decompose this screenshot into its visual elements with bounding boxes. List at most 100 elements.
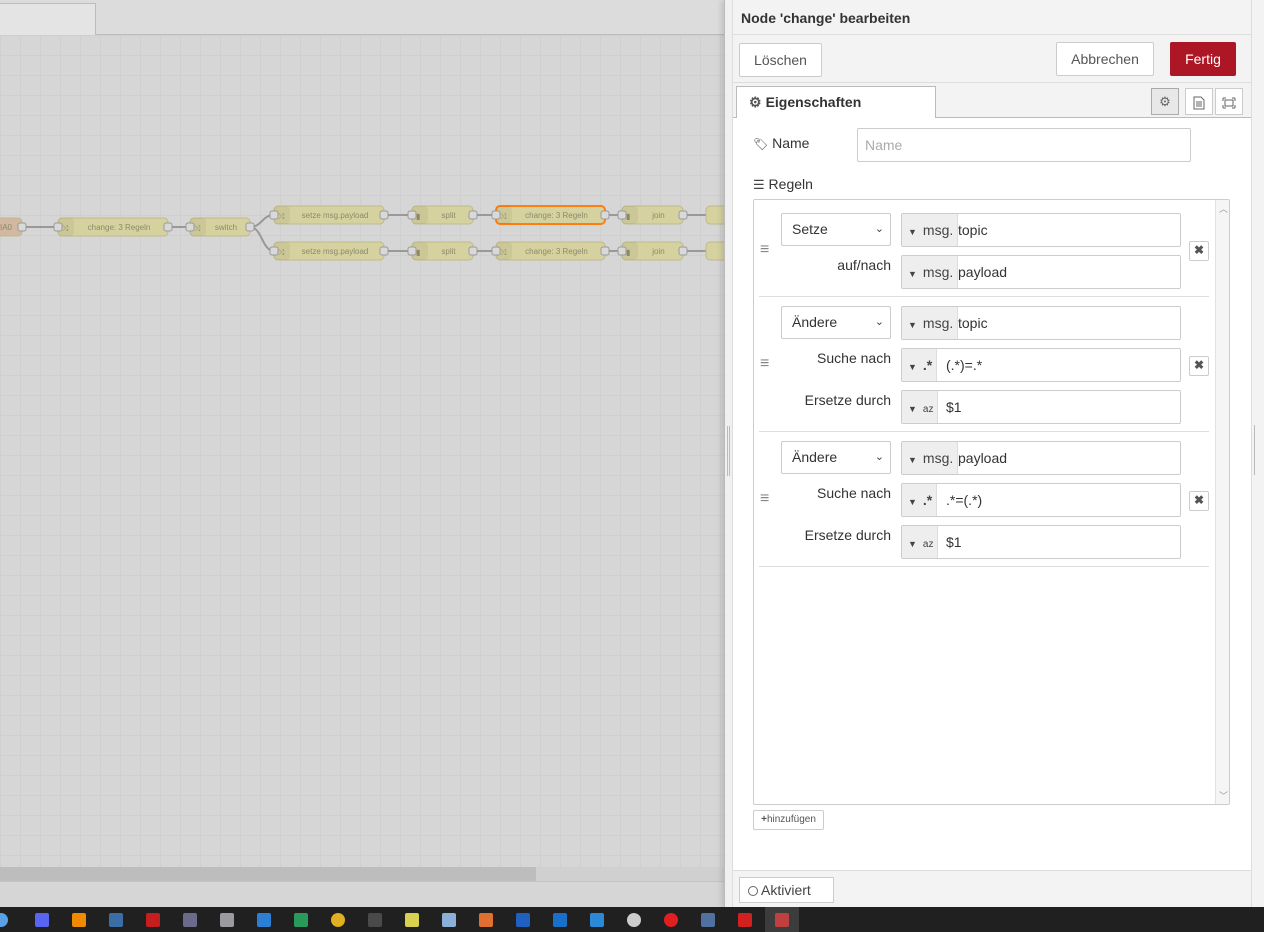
flow-node[interactable]: IA0 <box>0 217 27 237</box>
rule-replace-input[interactable]: ▼ az $1 <box>901 390 1181 424</box>
chrome-icon[interactable] <box>331 913 345 927</box>
flow-node[interactable]: ▮ join <box>617 205 688 225</box>
flow-canvas[interactable]: IA0 ⤨ change: 3 Regeln ⤨ switch ⤨ setze msg.pa… <box>0 35 724 867</box>
flow-node[interactable]: ▮ split <box>407 205 478 225</box>
rule-property-input[interactable]: ▼ msg. topic <box>901 213 1181 247</box>
node-output-port[interactable] <box>379 246 389 256</box>
rule-property-input[interactable]: ▼ msg. payload <box>901 441 1181 475</box>
workspace-horizontal-scrollbar[interactable] <box>0 867 724 881</box>
flow-node[interactable]: ⤨ setze msg.payload <box>269 241 389 261</box>
type-selector[interactable]: ▼ msg. <box>902 442 959 474</box>
node-output-port[interactable] <box>17 222 27 232</box>
node-description-tab-button[interactable] <box>1185 88 1213 115</box>
rule-target-input[interactable]: ▼ msg. payload <box>901 255 1181 289</box>
node-output-port[interactable] <box>379 210 389 220</box>
workspace-tab[interactable] <box>0 3 96 36</box>
node-input-port[interactable] <box>617 246 627 256</box>
drag-handle-icon[interactable]: ≡ <box>760 242 774 258</box>
clock-icon[interactable] <box>627 913 641 927</box>
tray-resize-handle[interactable] <box>725 0 733 907</box>
outlook-icon[interactable] <box>553 913 567 927</box>
type-selector[interactable]: ▼ msg. <box>902 307 959 339</box>
node-output-port[interactable] <box>468 246 478 256</box>
node-output-port[interactable] <box>245 222 255 232</box>
done-button[interactable]: Fertig <box>1170 42 1236 76</box>
property-value[interactable]: topic <box>958 307 988 339</box>
type-selector[interactable]: ▼ az <box>902 526 939 558</box>
rule-search-input[interactable]: ▼ .* .*=(.*) <box>901 483 1181 517</box>
node-input-port[interactable] <box>617 210 627 220</box>
network-tool-icon[interactable] <box>109 913 123 927</box>
node-red-icon[interactable] <box>775 913 789 927</box>
flow-graph[interactable]: IA0 ⤨ change: 3 Regeln ⤨ switch ⤨ setze msg.pa… <box>0 35 724 867</box>
remove-rule-button[interactable]: ✖ <box>1189 356 1209 376</box>
settings-app-icon[interactable] <box>0 913 8 927</box>
flow-node[interactable]: ▮ join <box>617 241 688 261</box>
rule-search-input[interactable]: ▼ .* (.*)=.* <box>901 348 1181 382</box>
acrobat-icon[interactable] <box>738 913 752 927</box>
property-value[interactable]: topic <box>958 214 988 246</box>
file-tool-icon[interactable] <box>220 913 234 927</box>
flow-node[interactable]: ⤨ setze msg.payload <box>269 205 389 225</box>
right-sidebar-edge[interactable] <box>1251 0 1264 907</box>
node-output-port[interactable] <box>468 210 478 220</box>
node-output-port[interactable] <box>600 210 610 220</box>
tool-icon[interactable] <box>294 913 308 927</box>
property-value[interactable]: payload <box>958 256 1007 288</box>
type-selector[interactable]: ▼ msg. <box>902 214 959 246</box>
node-input-port[interactable] <box>407 210 417 220</box>
node-input-port[interactable] <box>491 210 501 220</box>
rule-action-select[interactable]: Setze ⌄ <box>781 213 891 246</box>
node-input-port[interactable] <box>53 222 63 232</box>
discord-icon[interactable] <box>35 913 49 927</box>
rule-replace-input[interactable]: ▼ az $1 <box>901 525 1181 559</box>
opera-icon[interactable] <box>664 913 678 927</box>
flow-node[interactable]: ⤨ change: 3 Regeln <box>491 205 610 225</box>
flow-node[interactable]: ⤨ change: 3 Regeln <box>491 241 610 261</box>
node-output-port[interactable] <box>678 246 688 256</box>
tab-properties[interactable]: ⚙ Eigenschaften <box>736 86 936 119</box>
flow-node[interactable]: ⤨ change: 3 Regeln <box>53 217 173 237</box>
type-selector[interactable]: ▼ .* <box>902 349 938 381</box>
search-value[interactable]: .*=(.*) <box>946 484 982 516</box>
node-input-port[interactable] <box>491 246 501 256</box>
node-input-port[interactable] <box>185 222 195 232</box>
search-value[interactable]: (.*)=.* <box>946 349 982 381</box>
rules-vertical-scrollbar[interactable]: ︿ ﹀ <box>1215 200 1229 804</box>
firefox-like-icon[interactable] <box>479 913 493 927</box>
node-input-port[interactable] <box>407 246 417 256</box>
flow-node[interactable]: ⤨ switch <box>185 217 255 237</box>
nextcloud-icon[interactable] <box>516 913 530 927</box>
replace-value[interactable]: $1 <box>946 391 962 423</box>
filezilla-icon[interactable] <box>146 913 160 927</box>
remove-rule-button[interactable]: ✖ <box>1189 241 1209 261</box>
resize-grip[interactable] <box>727 426 730 476</box>
flow-workspace[interactable]: IA0 ⤨ change: 3 Regeln ⤨ switch ⤨ setze msg.pa… <box>0 0 724 907</box>
node-input-port[interactable] <box>269 210 279 220</box>
rules-list[interactable]: ≡ Setze ⌄ ▼ msg. topic ✖ auf/nach ▼ msg. pa… <box>753 199 1230 805</box>
add-rule-button[interactable]: +hinzufügen <box>753 810 824 830</box>
type-selector[interactable]: ▼ .* <box>902 484 938 516</box>
rule-action-select[interactable]: Ändere ⌄ <box>781 441 891 474</box>
sidebar-resize-grip[interactable] <box>1254 425 1257 475</box>
node-output-port[interactable] <box>163 222 173 232</box>
node-settings-tab-button[interactable]: ⚙ <box>1151 88 1179 115</box>
scroll-up-icon[interactable]: ︿ <box>1219 202 1228 215</box>
name-input[interactable] <box>857 128 1191 162</box>
node-appearance-tab-button[interactable] <box>1215 88 1243 115</box>
workspace-scroll-thumb[interactable] <box>0 867 536 881</box>
vlc-icon[interactable] <box>72 913 86 927</box>
enabled-toggle-button[interactable]: Aktiviert <box>739 877 834 903</box>
password-manager-icon[interactable] <box>701 913 715 927</box>
type-selector[interactable]: ▼ msg. <box>902 256 959 288</box>
node-input-port[interactable] <box>269 246 279 256</box>
delete-button[interactable]: Löschen <box>739 43 822 77</box>
remove-rule-button[interactable]: ✖ <box>1189 491 1209 511</box>
scroll-down-icon[interactable]: ﹀ <box>1219 789 1228 802</box>
flow-node-partial[interactable] <box>705 241 724 261</box>
node-output-port[interactable] <box>600 246 610 256</box>
editor-icon[interactable] <box>442 913 456 927</box>
monitor-icon[interactable] <box>368 913 382 927</box>
calculator-icon[interactable] <box>183 913 197 927</box>
property-value[interactable]: payload <box>958 442 1007 474</box>
